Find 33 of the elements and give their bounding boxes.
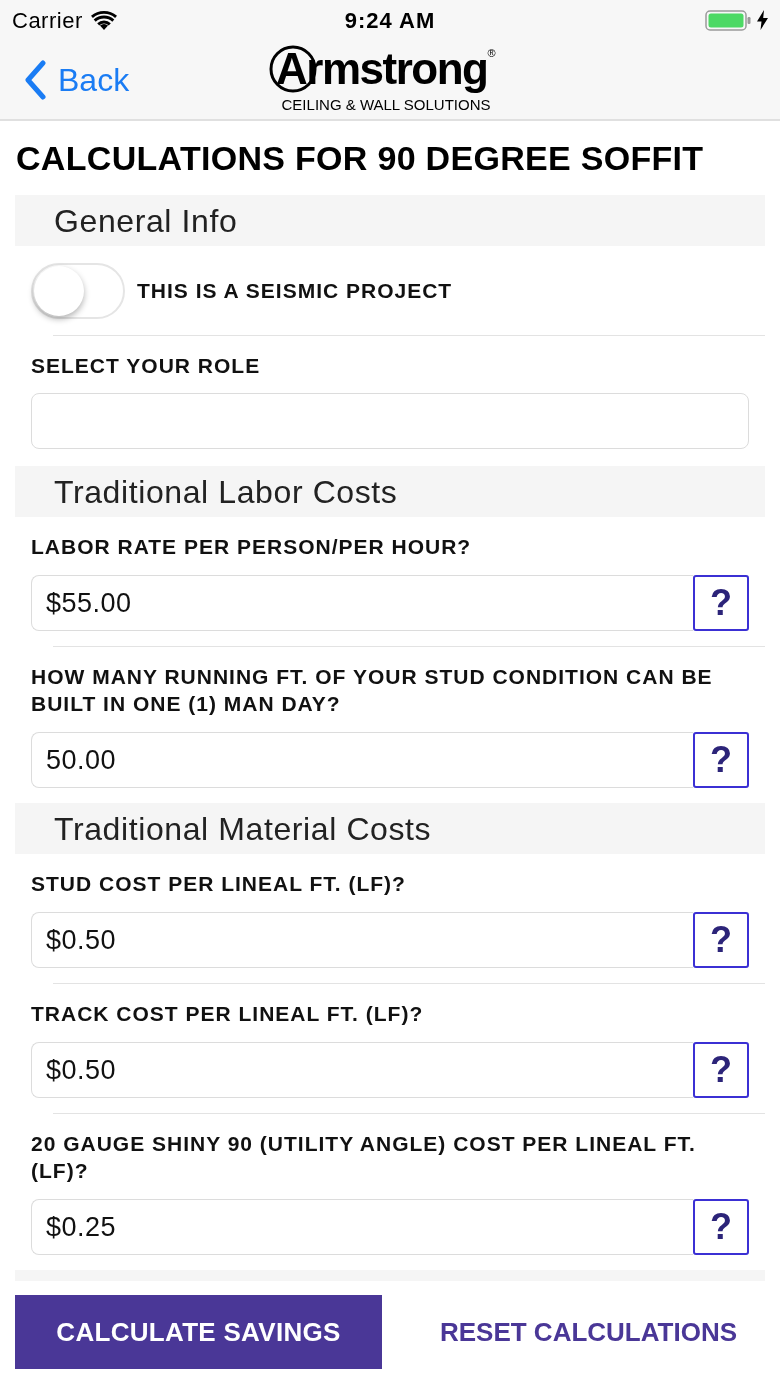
section-header: Traditional Labor Costs [15,466,765,517]
toggle-label: THIS IS A SEISMIC PROJECT [137,278,453,304]
field-label: 20 GAUGE SHINY 90 (UTILITY ANGLE) COST PER LINEAL FT. (LF)? [31,1131,697,1184]
select-field[interactable] [31,393,749,449]
text-field[interactable]: $55.00 [31,575,693,631]
text-field[interactable]: 50.00 [31,732,693,788]
help-button[interactable]: ? [693,732,749,788]
brand-tagline: CEILING & WALL SOLUTIONS [281,96,491,114]
help-button[interactable]: ? [693,575,749,631]
chevron-left-icon [24,59,46,100]
wifi-icon [90,10,117,30]
battery-icon [705,9,751,31]
charging-bolt-icon [757,10,768,30]
section-header: General Info [15,195,765,246]
text-field[interactable]: $0.50 [31,1042,693,1098]
calculate-button[interactable]: CALCULATE SAVINGS [15,1295,382,1369]
field-label: HOW MANY RUNNING FT. OF YOUR STUD CONDITION CAN BE BUILT IN ONE (1) MAN DAY? [31,664,714,717]
field-label: LABOR RATE PER PERSON/PER HOUR? [31,534,473,560]
section-header: Traditional Material Costs [15,803,765,854]
reset-link[interactable]: RESET CALCULATIONS [382,1295,765,1369]
help-button[interactable]: ? [693,912,749,968]
status-time: 9:24 AM [344,6,436,35]
text-field[interactable]: $0.50 [31,912,693,968]
back-button[interactable]: Back [0,55,130,104]
carrier-name: Carrier [12,6,83,35]
page-title: CALCULATIONS FOR 90 DEGREE SOFFIT [16,138,704,178]
help-button[interactable]: ? [693,1199,749,1255]
field-label: TRACK COST PER LINEAL FT. (LF)? [31,1001,425,1027]
toggle-switch[interactable] [31,262,125,319]
help-button[interactable]: ? [693,1042,749,1098]
text-field[interactable]: $0.25 [31,1199,693,1255]
field-label: SELECT YOUR ROLE [31,353,262,379]
field-label: STUD COST PER LINEAL FT. (LF)? [31,871,407,897]
